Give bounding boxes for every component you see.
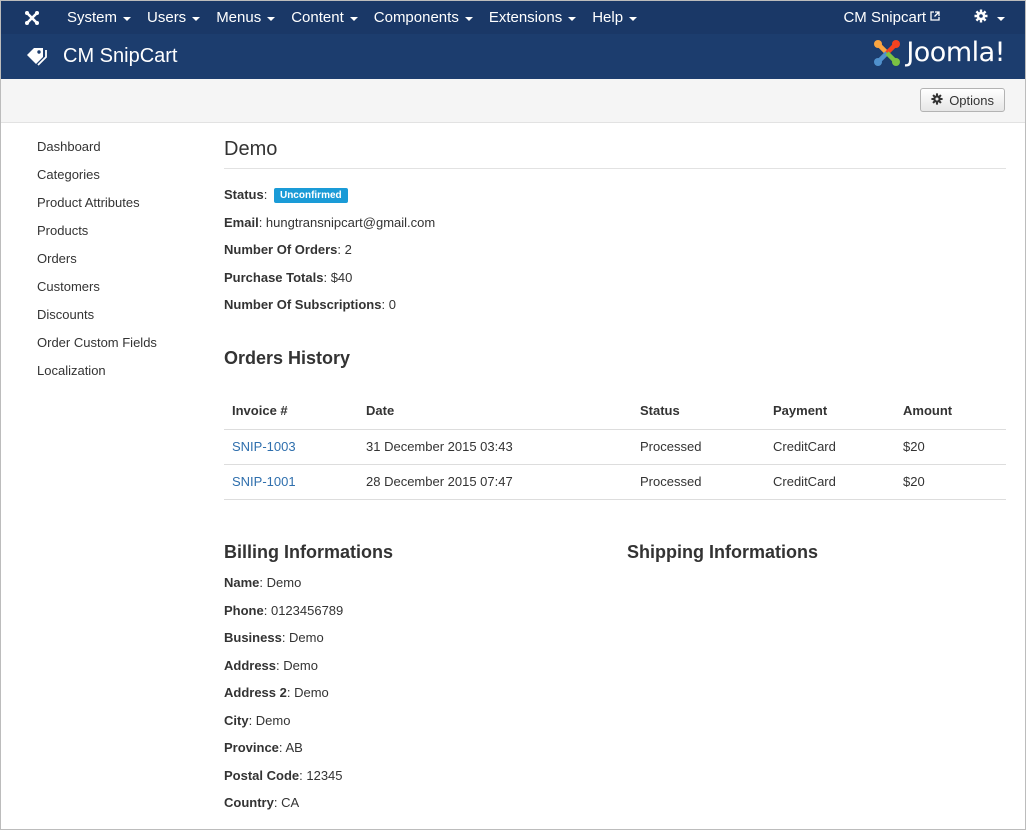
customer-summary: Status: Unconfirmed Email: hungtransnipc…: [224, 186, 1006, 324]
page-header-title: CM SnipCart: [63, 45, 178, 67]
page-title: Demo: [224, 138, 1006, 169]
sidebar-item-product-attributes[interactable]: Product Attributes: [37, 194, 157, 222]
purchase-totals-value: $40: [330, 269, 353, 285]
settings-menu[interactable]: [966, 1, 1013, 34]
joomla-brand-logo: Joomla!: [872, 37, 1005, 68]
sidebar-item-orders[interactable]: Orders: [37, 250, 157, 278]
order-date: 31 December 2015 03:43: [358, 429, 632, 465]
gear-icon: [974, 9, 988, 27]
top-navbar: System Users Menus Content Components Ex…: [1, 1, 1025, 34]
status-line: Status: Unconfirmed: [224, 186, 1006, 214]
caret-down-icon: [997, 16, 1005, 21]
orders-count-line: Number Of Orders: 2: [224, 242, 352, 257]
col-status: Status: [632, 393, 765, 430]
toolbar: Options: [1, 79, 1025, 123]
sidebar-item-customers[interactable]: Customers: [37, 278, 157, 306]
shipping-title: Shipping Informations: [627, 542, 818, 562]
billing-name: Name: Demo: [224, 575, 302, 590]
billing-country: Country: CA: [224, 795, 300, 810]
invoice-link[interactable]: SNIP-1003: [232, 439, 296, 454]
caret-down-icon: [464, 16, 473, 21]
main-content: Demo Status: Unconfirmed Email: hungtran…: [224, 138, 1006, 810]
col-payment: Payment: [765, 393, 895, 430]
orders-table: Invoice # Date Status Payment Amount SNI…: [224, 393, 1006, 500]
billing-postal-code: Postal Code: 12345: [224, 767, 343, 783]
sidebar-item-localization[interactable]: Localization: [37, 362, 157, 390]
email-line: Email: hungtransnipcart@gmail.com: [224, 214, 436, 230]
orders-count-value: 2: [344, 242, 352, 257]
caret-down-icon: [349, 16, 358, 21]
nav-system[interactable]: System: [59, 1, 139, 34]
email-value: hungtransnipcart@gmail.com: [265, 214, 436, 230]
col-amount: Amount: [895, 393, 1006, 430]
component-header: CM SnipCart Joomla!: [1, 34, 1025, 79]
sidebar-item-dashboard[interactable]: Dashboard: [37, 138, 157, 166]
col-invoice: Invoice #: [224, 393, 358, 430]
options-button[interactable]: Options: [920, 88, 1005, 112]
caret-down-icon: [123, 16, 132, 21]
billing-address-2: Address 2: Demo: [224, 685, 329, 700]
caret-down-icon: [267, 16, 276, 21]
caret-down-icon: [568, 16, 577, 21]
status-badge: Unconfirmed: [273, 188, 348, 203]
order-payment: CreditCard: [765, 464, 895, 500]
order-amount: $20: [895, 429, 1006, 465]
billing-business: Business: Demo: [224, 630, 324, 645]
nav-components[interactable]: Components: [366, 1, 481, 34]
billing-address: Address: Demo: [224, 657, 318, 673]
sidebar-item-order-custom-fields[interactable]: Order Custom Fields: [37, 334, 157, 362]
billing-city: City: Demo: [224, 712, 291, 728]
nav-help[interactable]: Help: [584, 1, 645, 34]
nav-users[interactable]: Users: [139, 1, 208, 34]
nav-extensions[interactable]: Extensions: [481, 1, 584, 34]
sidebar: Dashboard Categories Product Attributes …: [37, 138, 157, 390]
col-date: Date: [358, 393, 632, 430]
subscriptions-value: 0: [388, 297, 396, 312]
billing-province: Province: AB: [224, 740, 303, 755]
table-row: SNIP-1003 31 December 2015 03:43 Process…: [224, 429, 1006, 465]
external-link-icon: [930, 11, 940, 24]
order-amount: $20: [895, 464, 1006, 500]
sidebar-item-discounts[interactable]: Discounts: [37, 306, 157, 334]
invoice-link[interactable]: SNIP-1001: [232, 474, 296, 489]
order-status: Processed: [632, 429, 765, 465]
table-row: SNIP-1001 28 December 2015 07:47 Process…: [224, 464, 1006, 500]
tag-icon: [25, 44, 51, 70]
billing-title: Billing Informations: [224, 542, 393, 562]
gear-icon: [931, 92, 943, 108]
sidebar-item-categories[interactable]: Categories: [37, 166, 157, 194]
table-header-row: Invoice # Date Status Payment Amount: [224, 393, 1006, 430]
purchase-totals-line: Purchase Totals: $40: [224, 269, 353, 285]
order-payment: CreditCard: [765, 429, 895, 465]
joomla-brand-text: Joomla!: [906, 37, 1005, 68]
caret-down-icon: [629, 16, 638, 21]
billing-phone: Phone: 0123456789: [224, 602, 344, 618]
caret-down-icon: [192, 16, 201, 21]
subscriptions-line: Number Of Subscriptions: 0: [224, 297, 396, 312]
site-link[interactable]: CM Snipcart: [835, 1, 948, 34]
nav-content[interactable]: Content: [283, 1, 366, 34]
order-status: Processed: [632, 464, 765, 500]
joomla-icon[interactable]: [15, 1, 49, 34]
sidebar-item-products[interactable]: Products: [37, 222, 157, 250]
order-date: 28 December 2015 07:47: [358, 464, 632, 500]
nav-menus[interactable]: Menus: [208, 1, 283, 34]
billing-section: Billing Informations Name: Demo Phone: 0…: [224, 542, 604, 822]
orders-history-title: Orders History: [224, 348, 351, 368]
